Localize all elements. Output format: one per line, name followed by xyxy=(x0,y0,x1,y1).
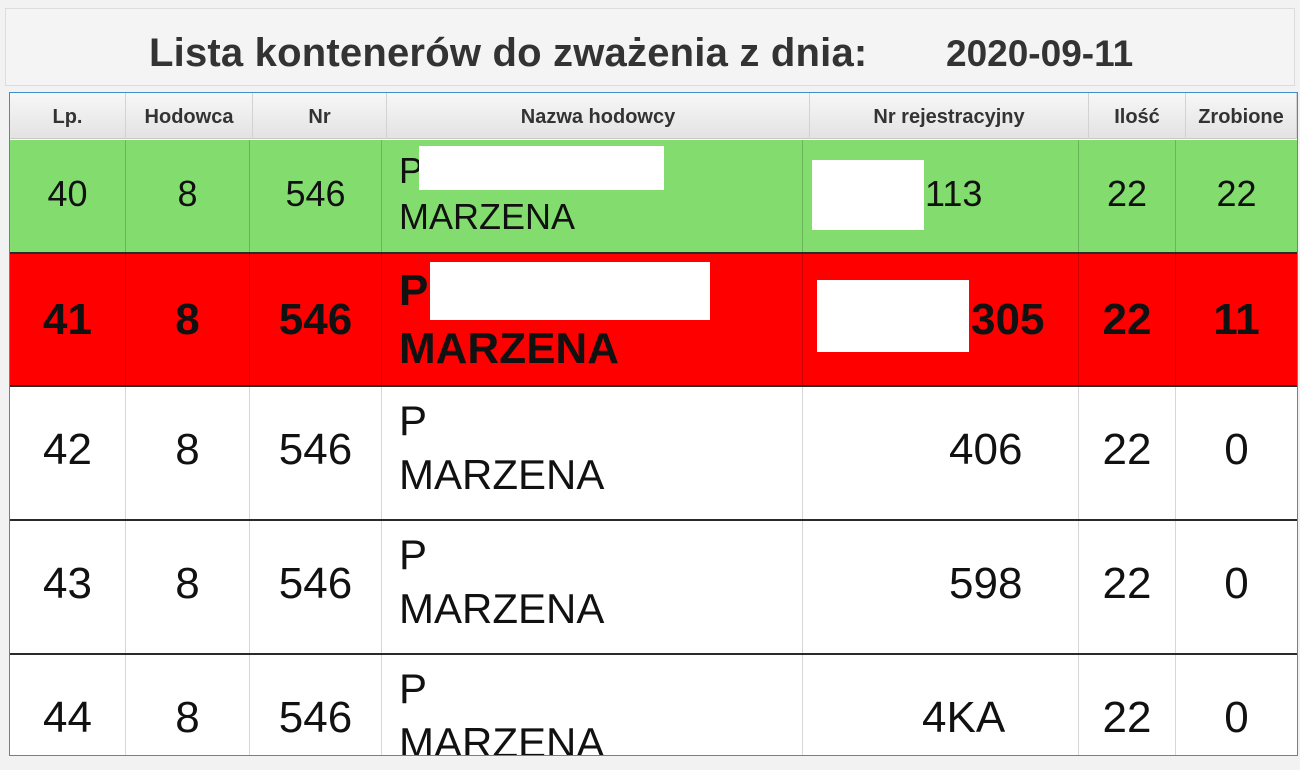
cell-nazwa-hodowcy: P MARZENA xyxy=(382,521,803,653)
redaction-box xyxy=(419,146,664,190)
cell-lp: 42 xyxy=(10,387,126,519)
cell-ilosc: 22 xyxy=(1079,254,1176,385)
cell-zrobione: 0 xyxy=(1224,425,1249,474)
weighing-list-screen: Lista kontenerów do zważenia z dnia: 202… xyxy=(0,0,1300,770)
cell-hodowca: 8 xyxy=(126,254,250,385)
column-header-nr[interactable]: Nr xyxy=(253,93,387,139)
cell-nr: 546 xyxy=(250,387,382,519)
title-bar: Lista kontenerów do zważenia z dnia: 202… xyxy=(5,8,1295,86)
cell-ilosc: 22 xyxy=(1079,655,1176,755)
column-header-ilosc[interactable]: Ilość xyxy=(1089,93,1186,139)
table-header: Lp. Hodowca Nr Nazwa hodowcy Nr rejestra… xyxy=(10,93,1297,139)
cell-nr: 546 xyxy=(250,655,382,755)
page-title: Lista kontenerów do zważenia z dnia: xyxy=(149,31,868,75)
table-row[interactable]: 44 8 546 P MARZENA 4KA 22 0 xyxy=(10,655,1297,755)
cell-nr-rejestracyjny: 305 xyxy=(803,254,1079,385)
table-row[interactable]: 40 8 546 P MARZENA 113 22 22 xyxy=(10,140,1297,252)
cell-nazwa-hodowcy: P MARZENA xyxy=(382,655,803,755)
cell-hodowca: 8 xyxy=(126,521,250,653)
redaction-box xyxy=(430,262,710,320)
cell-ilosc: 22 xyxy=(1079,140,1176,252)
cell-lp: 40 xyxy=(10,140,126,252)
redaction-box xyxy=(812,160,924,230)
cell-nazwa-hodowcy: P MARZENA xyxy=(382,254,803,385)
table-row[interactable]: 42 8 546 P MARZENA 406 22 0 xyxy=(10,387,1297,519)
cell-lp: 43 xyxy=(10,521,126,653)
redaction-box xyxy=(817,280,969,352)
table-row[interactable]: 43 8 546 P MARZENA 598 22 0 xyxy=(10,521,1297,653)
cell-nr-rejestracyjny: 113 xyxy=(803,140,1079,252)
cell-hodowca: 8 xyxy=(126,655,250,755)
cell-nazwa-hodowcy: P MARZENA xyxy=(382,140,803,252)
column-header-hodowca[interactable]: Hodowca xyxy=(126,93,253,139)
table-row[interactable]: 41 8 546 P MARZENA 305 22 11 xyxy=(10,254,1297,385)
cell-zrobione: 0 xyxy=(1224,693,1249,742)
cell-zrobione: 0 xyxy=(1224,559,1249,608)
cell-zrobione: 11 xyxy=(1213,295,1260,344)
cell-nr: 546 xyxy=(250,254,382,385)
list-date: 2020-09-11 xyxy=(946,33,1134,74)
cell-nr-rejestracyjny: 598 xyxy=(803,521,1079,653)
cell-nr-rejestracyjny: 4KA xyxy=(803,655,1079,755)
cell-nr: 546 xyxy=(250,521,382,653)
column-header-lp[interactable]: Lp. xyxy=(10,93,126,139)
cell-ilosc: 22 xyxy=(1079,521,1176,653)
cell-hodowca: 8 xyxy=(126,387,250,519)
column-header-nr-rejestracyjny[interactable]: Nr rejestracyjny xyxy=(810,93,1089,139)
cell-zrobione: 22 xyxy=(1216,173,1257,214)
cell-lp: 44 xyxy=(10,655,126,755)
column-header-zrobione[interactable]: Zrobione xyxy=(1186,93,1297,139)
containers-table: Lp. Hodowca Nr Nazwa hodowcy Nr rejestra… xyxy=(9,92,1298,756)
cell-ilosc: 22 xyxy=(1079,387,1176,519)
cell-hodowca: 8 xyxy=(126,140,250,252)
column-header-nazwa-hodowcy[interactable]: Nazwa hodowcy xyxy=(387,93,810,139)
cell-lp: 41 xyxy=(10,254,126,385)
cell-nr-rejestracyjny: 406 xyxy=(803,387,1079,519)
cell-nazwa-hodowcy: P MARZENA xyxy=(382,387,803,519)
cell-nr: 546 xyxy=(250,140,382,252)
